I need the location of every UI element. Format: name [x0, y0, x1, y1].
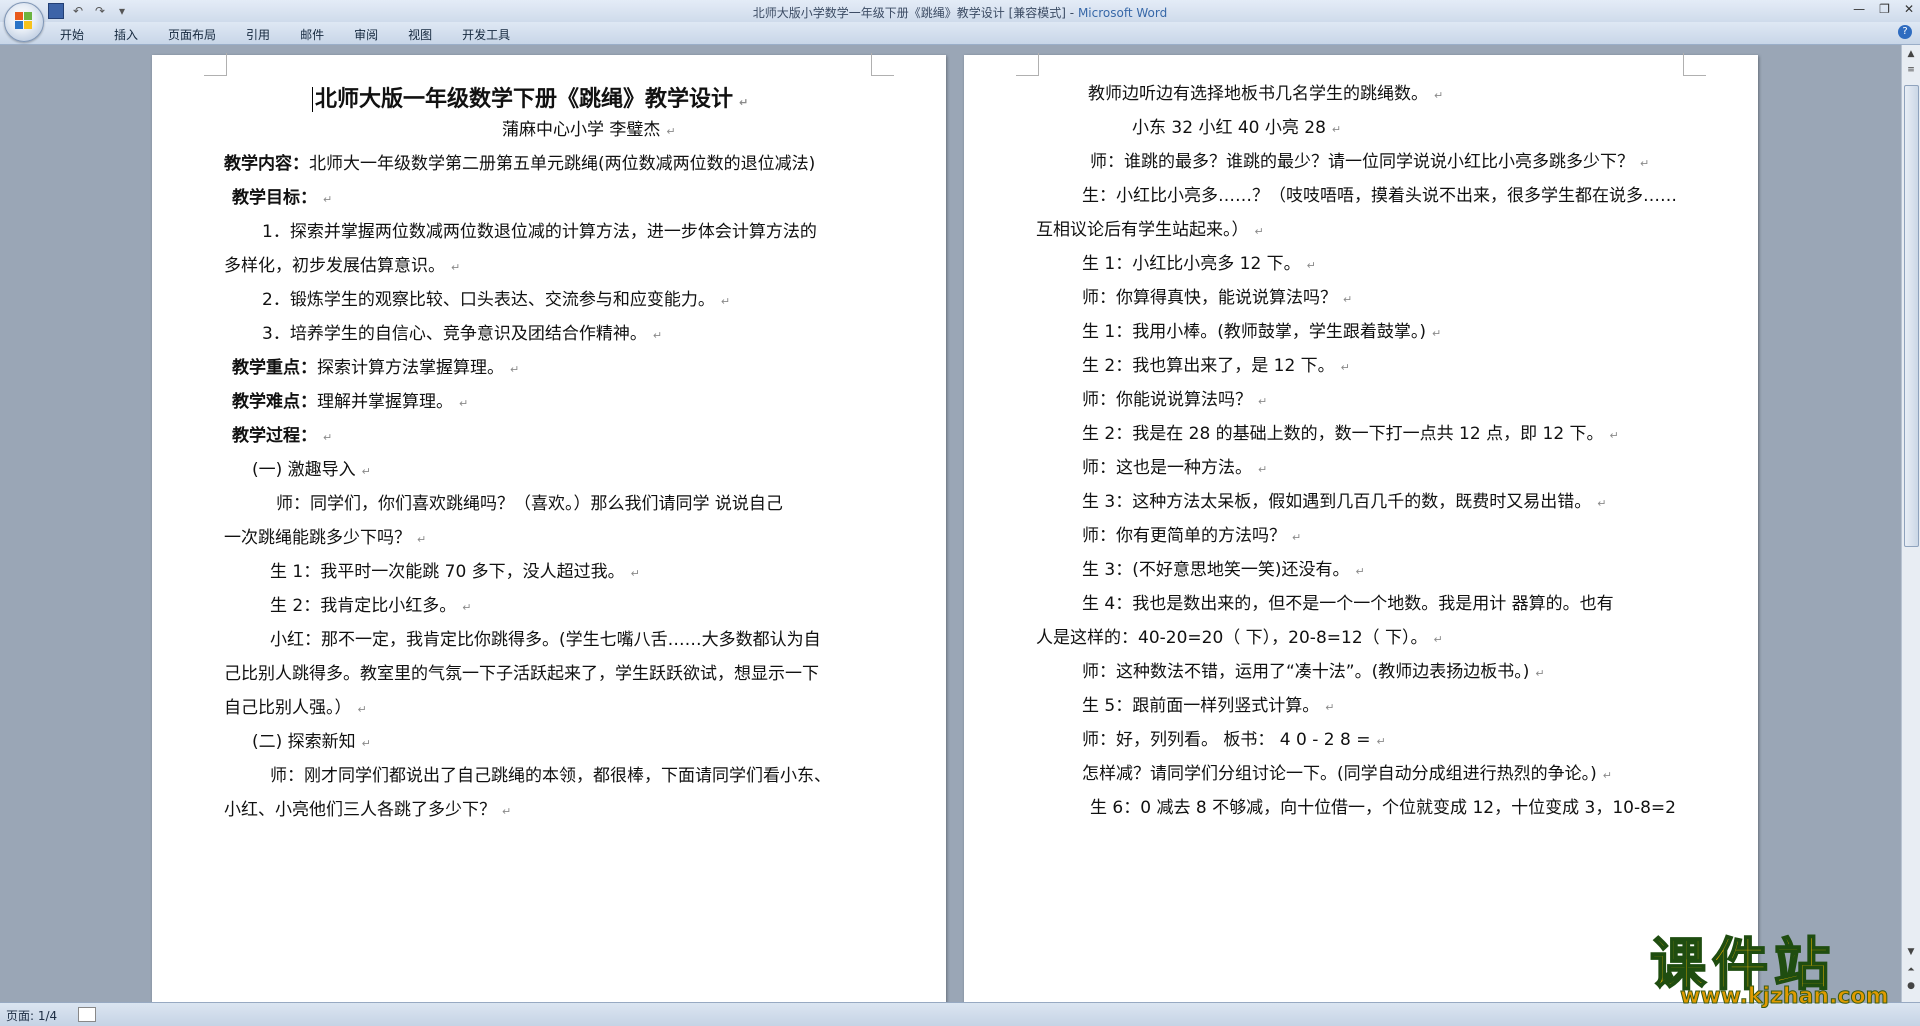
paragraph: 教学过程： ↵ — [232, 426, 333, 446]
paragraph: 小红：那不一定，我肯定比你跳得多。(学生七嘴八舌……大多数都认为自 — [270, 630, 821, 650]
document-page-left[interactable]: 北师大版一年级数学下册《跳绳》教学设计 ↵ 蒲麻中心小学 李璧杰 ↵ 教学内容：北师… — [152, 53, 946, 1002]
paragraph: 生 2：我是在 28 的基础上数的，数一下打一点共 12 点，即 12 下。 ↵ — [1082, 424, 1619, 444]
paragraph: 生 6：0 减去 8 不够减，向十位借一，个位就变成 12，十位变成 3，10-… — [1090, 798, 1676, 818]
paragraph: 教学目标： ↵ — [232, 188, 333, 208]
window-title: 北师大版小学数学一年级下册《跳绳》教学设计 [兼容模式] - Microsoft… — [752, 6, 1168, 20]
paragraph: 生 2：我肯定比小红多。 ↵ — [270, 596, 472, 616]
office-button[interactable] — [4, 2, 44, 42]
office-logo-icon — [15, 12, 33, 30]
paragraph: 师：这也是一种方法。 ↵ — [1082, 458, 1268, 478]
paragraph: 师：同学们，你们喜欢跳绳吗？（喜欢。）那么我们请同学 说说自己 — [276, 494, 783, 514]
tab-view[interactable]: 视图 — [408, 26, 432, 43]
paragraph: 师：好，列列看。 板书： 4 0 - 2 8 = ↵ — [1082, 730, 1386, 750]
paragraph: 人是这样的：40-20=20（ 下），20-8=12（ 下）。 ↵ — [1036, 628, 1443, 648]
paragraph: 生 1：我平时一次能跳 70 多下，没人超过我。 ↵ — [270, 562, 640, 582]
tab-insert[interactable]: 插入 — [114, 26, 138, 43]
close-icon[interactable]: ✕ — [1904, 2, 1914, 16]
document-page-right[interactable]: 教师边听边有选择地板书几名学生的跳绳数。 ↵ 小东 32 小红 40 小亮 28 ↵… — [964, 53, 1758, 1002]
site-watermark-logo: 课件站 www.kjzhan.com — [1649, 920, 1900, 1010]
previous-page-icon[interactable]: ⏶ — [1904, 963, 1918, 977]
paragraph: 生 3：这种方法太呆板，假如遇到几百几千的数，既费时又易出错。 ↵ — [1082, 492, 1607, 512]
paragraph: 小东 32 小红 40 小亮 28 ↵ — [1132, 118, 1342, 138]
margin-corner-mark — [1016, 53, 1039, 76]
paragraph: 小红、小亮他们三人各跳了多少下？ ↵ — [224, 800, 512, 820]
title-bar: ↶ ↷ ▾ 北师大版小学数学一年级下册《跳绳》教学设计 [兼容模式] - Mic… — [0, 0, 1920, 22]
margin-corner-mark — [204, 53, 227, 76]
maximize-icon[interactable]: ❐ — [1879, 2, 1890, 16]
help-icon[interactable]: ? — [1898, 25, 1912, 39]
ribbon-tabs: 开始 插入 页面布局 引用 邮件 审阅 视图 开发工具 — [60, 26, 540, 43]
proofing-icon[interactable] — [78, 1007, 96, 1022]
tab-home[interactable]: 开始 — [60, 26, 84, 43]
paragraph: 2．锻炼学生的观察比较、口头表达、交流参与和应变能力。 ↵ — [262, 290, 731, 310]
document-workspace: 北师大版一年级数学下册《跳绳》教学设计 ↵ 蒲麻中心小学 李璧杰 ↵ 教学内容：北师… — [0, 45, 1902, 1002]
paragraph: 师：这种数法不错，运用了“凑十法”。(教师边表扬边板书。) ↵ — [1082, 662, 1545, 682]
paragraph: 生 5：跟前面一样列竖式计算。 ↵ — [1082, 696, 1335, 716]
paragraph: 1．探索并掌握两位数减两位数退位减的计算方法，进一步体会计算方法的 — [262, 222, 817, 242]
paragraph: 多样化，初步发展估算意识。 ↵ — [224, 256, 461, 276]
paragraph: 生：小红比小亮多……？（吱吱唔唔，摸着头说不出来，很多学生都在说多…… — [1082, 186, 1677, 206]
ruler-toggle-icon[interactable]: ≡ — [1904, 63, 1918, 77]
minimize-icon[interactable]: — — [1853, 2, 1865, 16]
paragraph: 师：刚才同学们都说出了自己跳绳的本领，都很棒，下面请同学们看小东、 — [270, 766, 831, 786]
author-line: 蒲麻中心小学 李璧杰 ↵ — [502, 120, 676, 140]
section-heading: (一) 激趣导入 ↵ — [252, 460, 371, 480]
browse-object-icon[interactable]: ● — [1904, 979, 1918, 993]
tab-developer[interactable]: 开发工具 — [462, 26, 510, 43]
paragraph: 互相议论后有学生站起来。） ↵ — [1036, 220, 1264, 240]
paragraph: 师：你能说说算法吗？ ↵ — [1082, 390, 1268, 410]
ribbon: 开始 插入 页面布局 引用 邮件 审阅 视图 开发工具 ? — [0, 22, 1920, 45]
tab-mailings[interactable]: 邮件 — [300, 26, 324, 43]
paragraph: 教学内容：北师大一年级数学第二册第五单元跳绳(两位数减两位数的退位减法) — [224, 154, 816, 174]
scrollbar-thumb[interactable] — [1904, 85, 1919, 547]
tab-review[interactable]: 审阅 — [354, 26, 378, 43]
window-controls: — ❐ ✕ — [1853, 2, 1914, 16]
page-title: 北师大版一年级数学下册《跳绳》教学设计 ↵ — [312, 81, 748, 113]
margin-corner-mark — [1683, 53, 1706, 76]
tab-page-layout[interactable]: 页面布局 — [168, 26, 216, 43]
paragraph: 生 4：我也是数出来的，但不是一个一个地数。我是用计 器算的。也有 — [1082, 594, 1614, 614]
tab-references[interactable]: 引用 — [246, 26, 270, 43]
watermark-url: www.kjzhan.com — [1680, 984, 1890, 1010]
paragraph: 教学难点：理解并掌握算理。 ↵ — [232, 392, 469, 412]
section-heading: (二) 探索新知 ↵ — [252, 732, 371, 752]
vertical-scrollbar[interactable]: ▲ ≡ ▼ ⏶ ● — [1901, 45, 1920, 1002]
paragraph: 生 1：小红比小亮多 12 下。 ↵ — [1082, 254, 1316, 274]
scroll-up-icon[interactable]: ▲ — [1904, 47, 1918, 61]
paragraph: 自己比别人强。） ↵ — [224, 698, 367, 718]
page-indicator[interactable]: 页面: 1/4 — [6, 1007, 57, 1024]
scroll-down-icon[interactable]: ▼ — [1904, 945, 1918, 959]
paragraph: 教师边听边有选择地板书几名学生的跳绳数。 ↵ — [1088, 84, 1444, 104]
status-bar: 页面: 1/4 — [0, 1002, 1920, 1026]
paragraph: 师：你有更简单的方法吗？ ↵ — [1082, 526, 1302, 546]
paragraph: 一次跳绳能跳多少下吗？ ↵ — [224, 528, 427, 548]
paragraph: 怎样减？请同学们分组讨论一下。(同学自动分成组进行热烈的争论。) ↵ — [1082, 764, 1612, 784]
paragraph: 生 3：(不好意思地笑一笑)还没有。 ↵ — [1082, 560, 1365, 580]
paragraph: 师：谁跳的最多？谁跳的最少？请一位同学说说小红比小亮多跳多少下？ ↵ — [1090, 152, 1650, 172]
paragraph: 3．培养学生的自信心、竞争意识及团结合作精神。 ↵ — [262, 324, 663, 344]
paragraph: 己比别人跳得多。教室里的气氛一下子活跃起来了，学生跃跃欲试，想显示一下 — [224, 664, 819, 684]
paragraph: 生 1：我用小棒。(教师鼓掌，学生跟着鼓掌。) ↵ — [1082, 322, 1442, 342]
paragraph: 生 2：我也算出来了，是 12 下。 ↵ — [1082, 356, 1350, 376]
paragraph: 师：你算得真快，能说说算法吗？ ↵ — [1082, 288, 1353, 308]
margin-corner-mark — [871, 53, 894, 76]
paragraph: 教学重点：探索计算方法掌握算理。 ↵ — [232, 358, 520, 378]
